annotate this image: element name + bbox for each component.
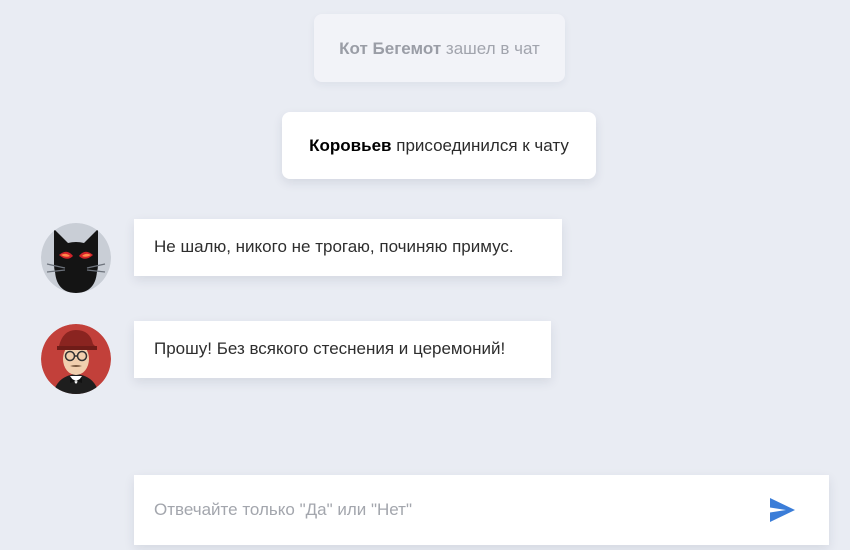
black-cat-avatar[interactable] <box>41 223 111 293</box>
system-note-nick: Кот Бегемот <box>339 39 442 58</box>
system-note-action: присоединился к чату <box>396 136 569 155</box>
paper-plane-icon <box>770 498 795 522</box>
system-note-joined-faded: Кот Бегемот зашел в чат <box>314 14 565 82</box>
message-composer <box>134 475 829 545</box>
system-note-joined: Коровьев присоединился к чату <box>282 112 596 179</box>
man-glasses-cap-avatar[interactable] <box>41 324 111 394</box>
chat-message: Прошу! Без всякого стеснения и церемоний… <box>134 321 551 378</box>
system-note-nick: Коровьев <box>309 136 392 155</box>
system-note-action: зашел в чат <box>445 39 540 58</box>
send-button[interactable] <box>766 494 798 526</box>
message-input[interactable] <box>134 475 754 545</box>
chat-message: Не шалю, никого не трогаю, починяю приму… <box>134 219 562 276</box>
